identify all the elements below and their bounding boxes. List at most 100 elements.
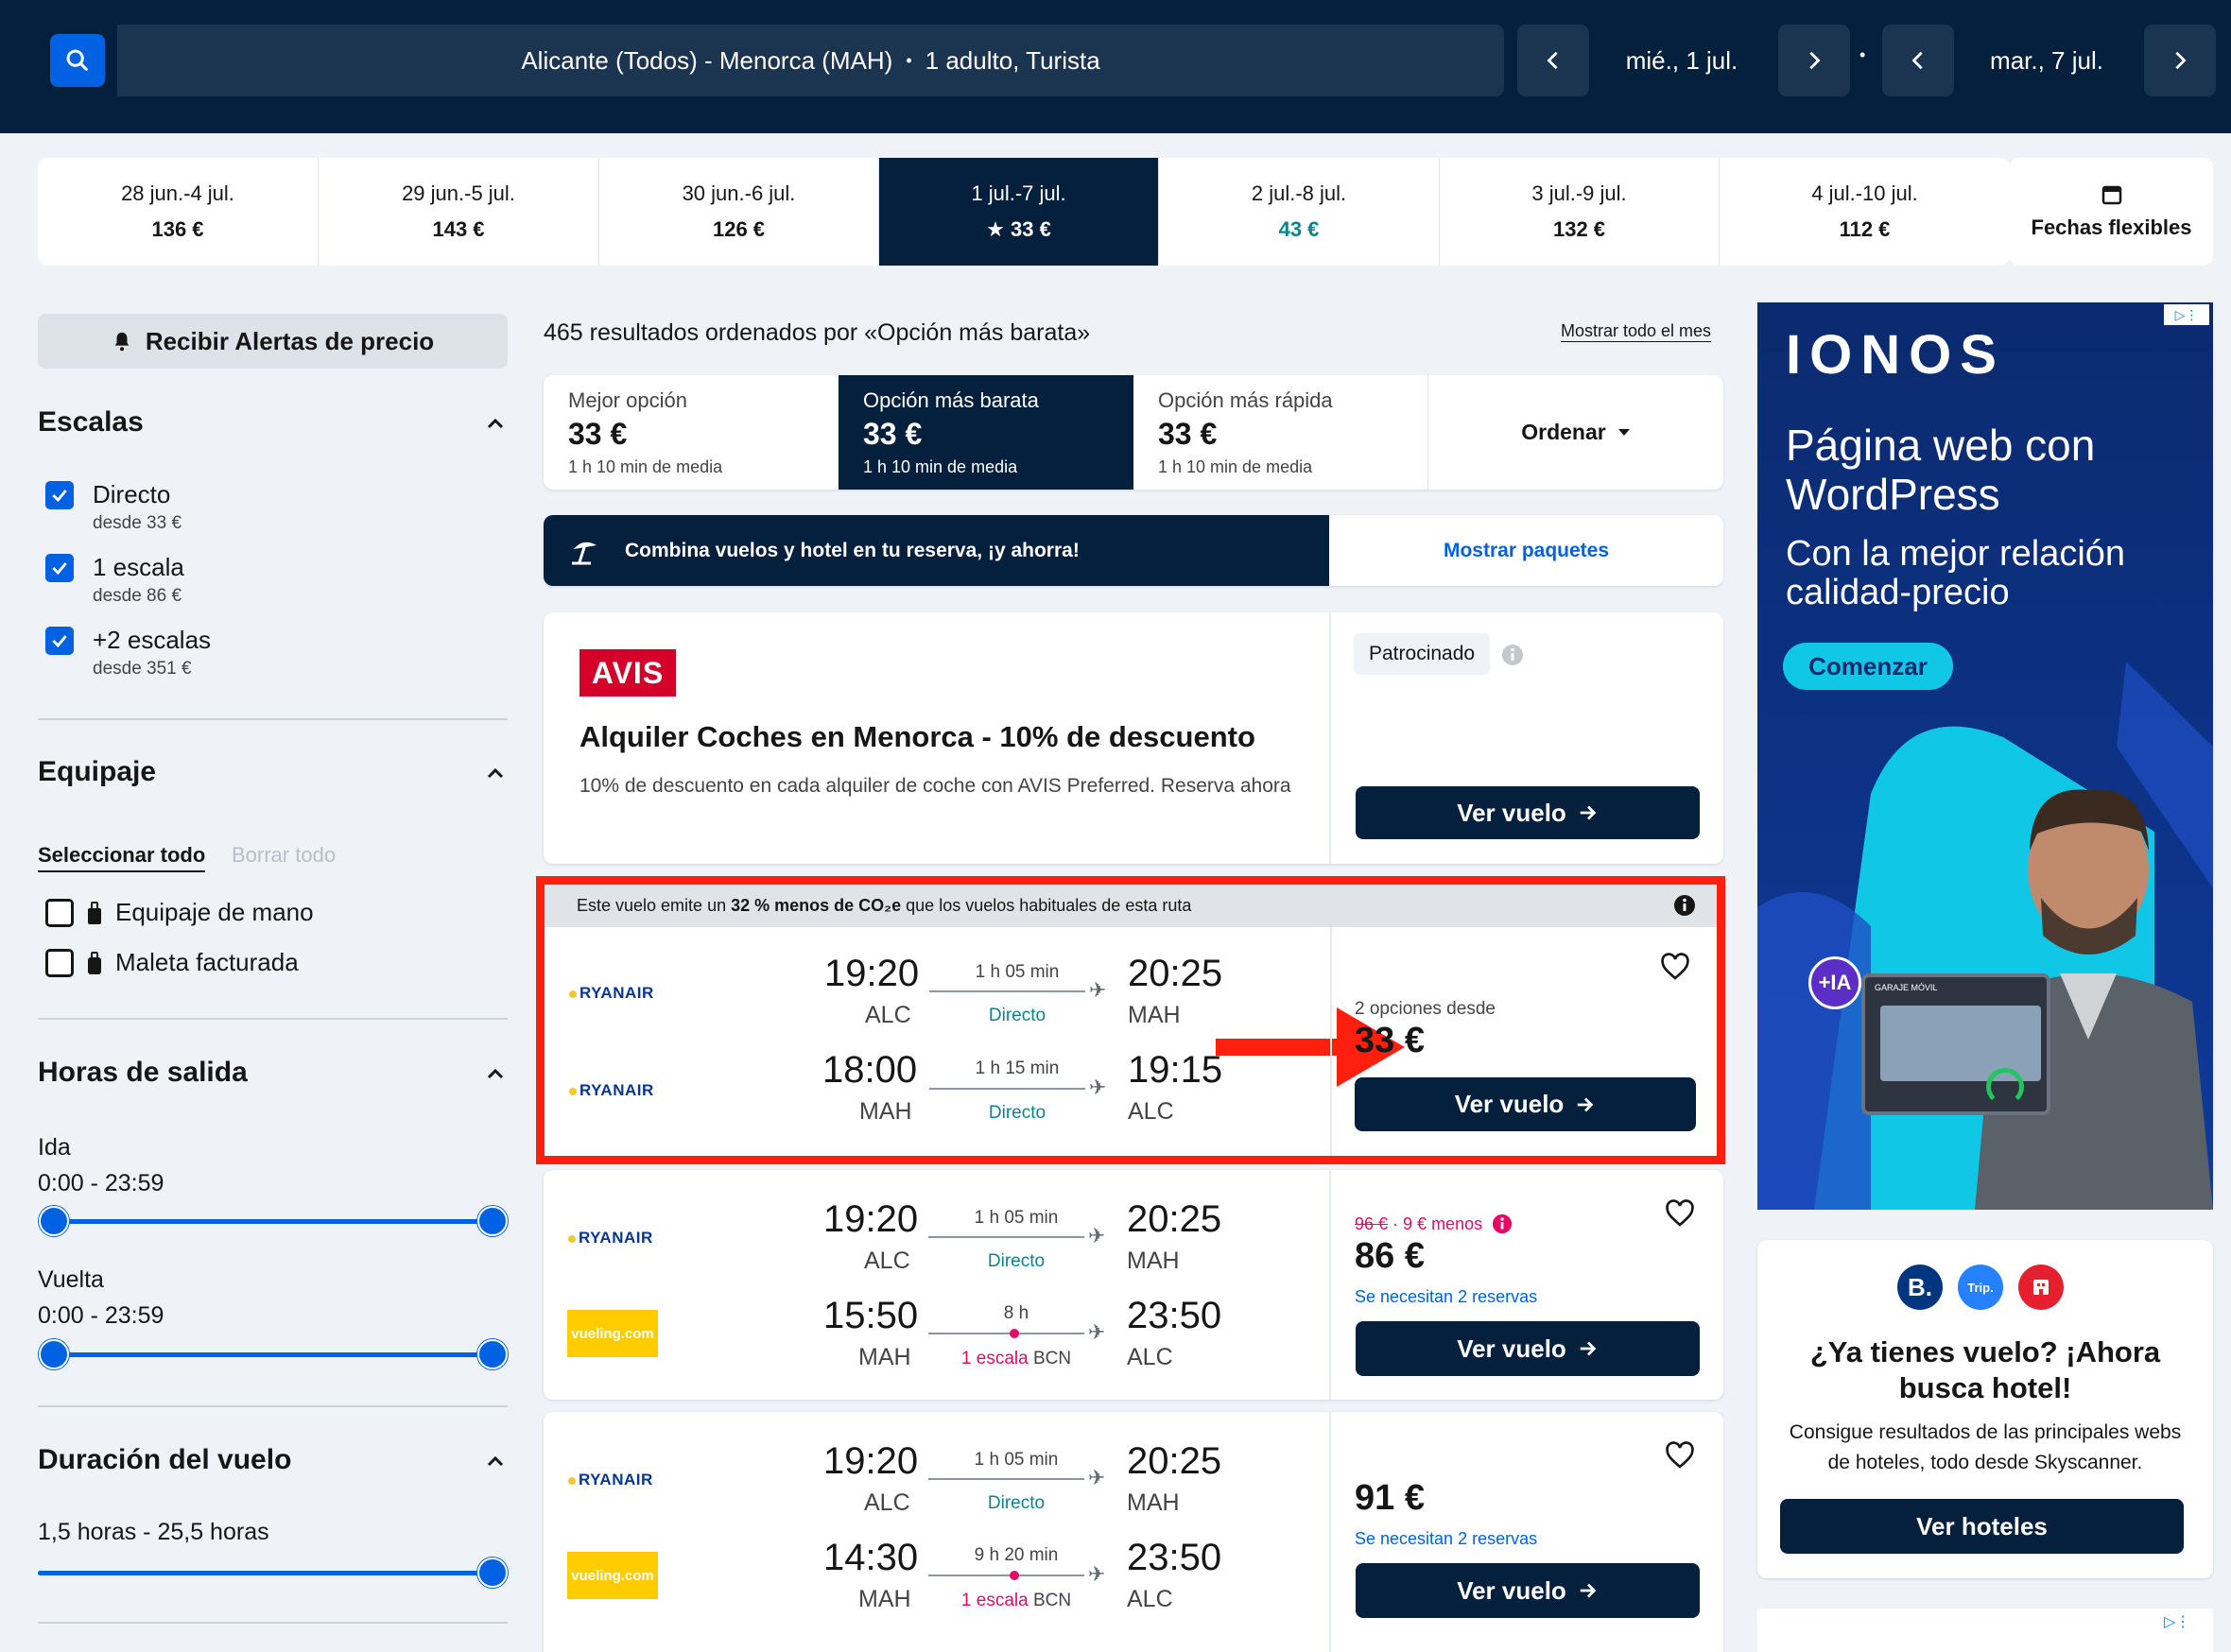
baggage-option-hand[interactable]: Equipaje de mano [45,898,314,927]
duration-slider[interactable] [38,1571,493,1575]
outbound-range: 0:00 - 23:59 [38,1170,164,1196]
depart-next-button[interactable] [1778,25,1850,96]
clear-all-link[interactable]: Borrar todo [232,843,336,868]
hand-luggage-icon [88,901,101,924]
flight-card[interactable]: RYANAIR 19:20 ALC 1 h 05 min ✈ Directo 2… [544,1170,1723,1400]
stops-option-two-plus[interactable]: +2 escalas desde 351 € [45,626,211,680]
sponsored-badge: Patrocinado [1354,633,1491,675]
check-icon [52,489,67,502]
tab-cheapest[interactable]: Opción más barata 33 € 1 h 10 min de med… [839,375,1133,490]
adchoices-icon[interactable]: ▷⋮ [2164,304,2209,325]
date-strip: 28 jun.-4 jul. 136 € 29 jun.-5 jul. 143 € … [38,158,2010,266]
slider-handle-min[interactable] [39,1206,69,1236]
info-icon[interactable] [1492,1213,1513,1234]
slider-handle-max[interactable] [477,1206,508,1236]
ionos-ad[interactable]: IONOS Página web con WordPress Con la me… [1757,302,2213,1210]
divider [38,1405,508,1407]
sort-tabs: Mejor opción 33 € 1 h 10 min de media Op… [544,375,1723,490]
tab-fastest[interactable]: Opción más rápida 33 € 1 h 10 min de med… [1133,375,1428,490]
view-flight-button[interactable]: Ver vuelo [1356,1321,1700,1376]
view-flight-button[interactable]: Ver vuelo [1356,1563,1700,1618]
chevron-left-icon [1911,51,1923,70]
duration: 1 h 05 min [975,962,1060,982]
arr-time: 20:25 [1128,953,1223,994]
route-text: Alicante (Todos) - Menorca (MAH) [521,45,893,75]
return-next-button[interactable] [2144,25,2216,96]
date-option[interactable]: 3 jul.-9 jul. 132 € [1440,158,1720,266]
info-icon[interactable] [1501,644,1524,666]
options-text: 2 opciones desde [1355,999,1496,1019]
date-option-selected[interactable]: 1 jul.-7 jul. ★ 33 € [879,158,1159,266]
slider-handle-max[interactable] [477,1557,508,1588]
outbound-time-slider[interactable] [53,1219,493,1224]
view-flight-button[interactable]: Ver vuelo [1355,1077,1696,1131]
checkbox-checked[interactable] [45,626,74,655]
stops-option-direct[interactable]: Directo desde 33 € [45,480,182,534]
slider-handle-min[interactable] [39,1339,69,1369]
airline-logo: RYANAIR [569,984,654,1003]
show-month-link[interactable]: Mostrar todo el mes [1561,321,1712,342]
ad-title[interactable]: Alquiler Coches en Menorca - 10% de desc… [579,720,1255,754]
date-option[interactable]: 4 jul.-10 jul. 112 € [1720,158,2010,266]
arr-code: ALC [1127,1586,1173,1612]
dep-code: MAH [859,1098,912,1125]
tab-best[interactable]: Mejor opción 33 € 1 h 10 min de media [544,375,839,490]
date-option[interactable]: 28 jun.-4 jul. 136 € [38,158,319,266]
sort-dropdown[interactable]: Ordenar [1428,375,1723,490]
date-option[interactable]: 30 jun.-6 jul. 126 € [599,158,879,266]
baggage-option-checked[interactable]: Maleta facturada [45,948,299,977]
arrow-right-icon [1578,1097,1594,1111]
hotel-card-title: ¿Ya tienes vuelo? ¡Ahora busca hotel! [1809,1335,2161,1404]
info-icon[interactable] [1673,894,1696,917]
chevron-up-icon[interactable] [484,412,507,435]
chevron-up-icon[interactable] [484,1450,507,1472]
check-icon [52,634,67,647]
duration: 1 h 05 min [974,1208,1059,1228]
chevron-right-icon [2175,51,2187,70]
adchoices-icon[interactable]: ▷⋮ [2164,1612,2190,1631]
ad-view-button[interactable]: Ver vuelo [1356,786,1700,839]
heart-icon[interactable] [1665,1199,1695,1228]
date-option[interactable]: 29 jun.-5 jul. 143 € [319,158,599,266]
beach-umbrella-icon [572,542,597,564]
checkbox-checked[interactable] [45,480,74,509]
top-search-bar: Alicante (Todos) - Menorca (MAH) • 1 adu… [0,0,2231,133]
arrow-right-icon [1580,805,1597,820]
checkbox-unchecked[interactable] [45,948,74,977]
dep-time: 15:50 [823,1295,919,1336]
duration: 8 h [1003,1303,1029,1323]
show-packages-button[interactable]: Mostrar paquetes [1329,515,1723,586]
checkbox-checked[interactable] [45,553,74,582]
return-date[interactable]: mar., 7 jul. [1963,25,2131,96]
view-hotels-button[interactable]: Ver hoteles [1780,1499,2184,1554]
stops-heading: Escalas [38,406,144,438]
dep-time: 18:00 [822,1049,918,1091]
search-button[interactable] [50,34,105,87]
depart-prev-button[interactable] [1517,25,1589,96]
ad-cta-button[interactable]: Comenzar [1783,643,1953,690]
chevron-up-icon[interactable] [484,762,507,784]
select-all-link[interactable]: Seleccionar todo [38,843,206,872]
airline-logo: vueling.com [567,1552,658,1599]
depart-date[interactable]: mié., 1 jul. [1598,25,1766,96]
flight-card[interactable]: Este vuelo emite un 32 % menos de CO₂e q… [545,885,1717,1156]
route-summary[interactable]: Alicante (Todos) - Menorca (MAH) • 1 adu… [117,25,1504,96]
slider-handle-max[interactable] [477,1339,508,1369]
arrow-right-icon [1580,1583,1597,1598]
flexible-dates-button[interactable]: Fechas flexibles [2010,158,2213,266]
checkbox-unchecked[interactable] [45,898,74,927]
heart-icon[interactable] [1665,1441,1695,1470]
chevron-up-icon[interactable] [484,1062,507,1085]
price-alert-button[interactable]: Recibir Alertas de precio [38,314,508,369]
heart-icon[interactable] [1660,953,1690,981]
date-option[interactable]: 2 jul.-8 jul. 43 € [1159,158,1440,266]
airline-logo: RYANAIR [569,1081,654,1100]
flight-card[interactable]: RYANAIR 19:20 ALC 1 h 05 min ✈ Directo 2… [544,1412,1723,1652]
return-prev-button[interactable] [1882,25,1954,96]
stops-option-one[interactable]: 1 escala desde 86 € [45,553,184,607]
search-icon [66,49,88,71]
outbound-label: Ida [38,1134,71,1161]
stop-dot [1010,1571,1019,1580]
return-time-slider[interactable] [53,1352,493,1357]
trip-logo: Trip. [1958,1265,2003,1310]
